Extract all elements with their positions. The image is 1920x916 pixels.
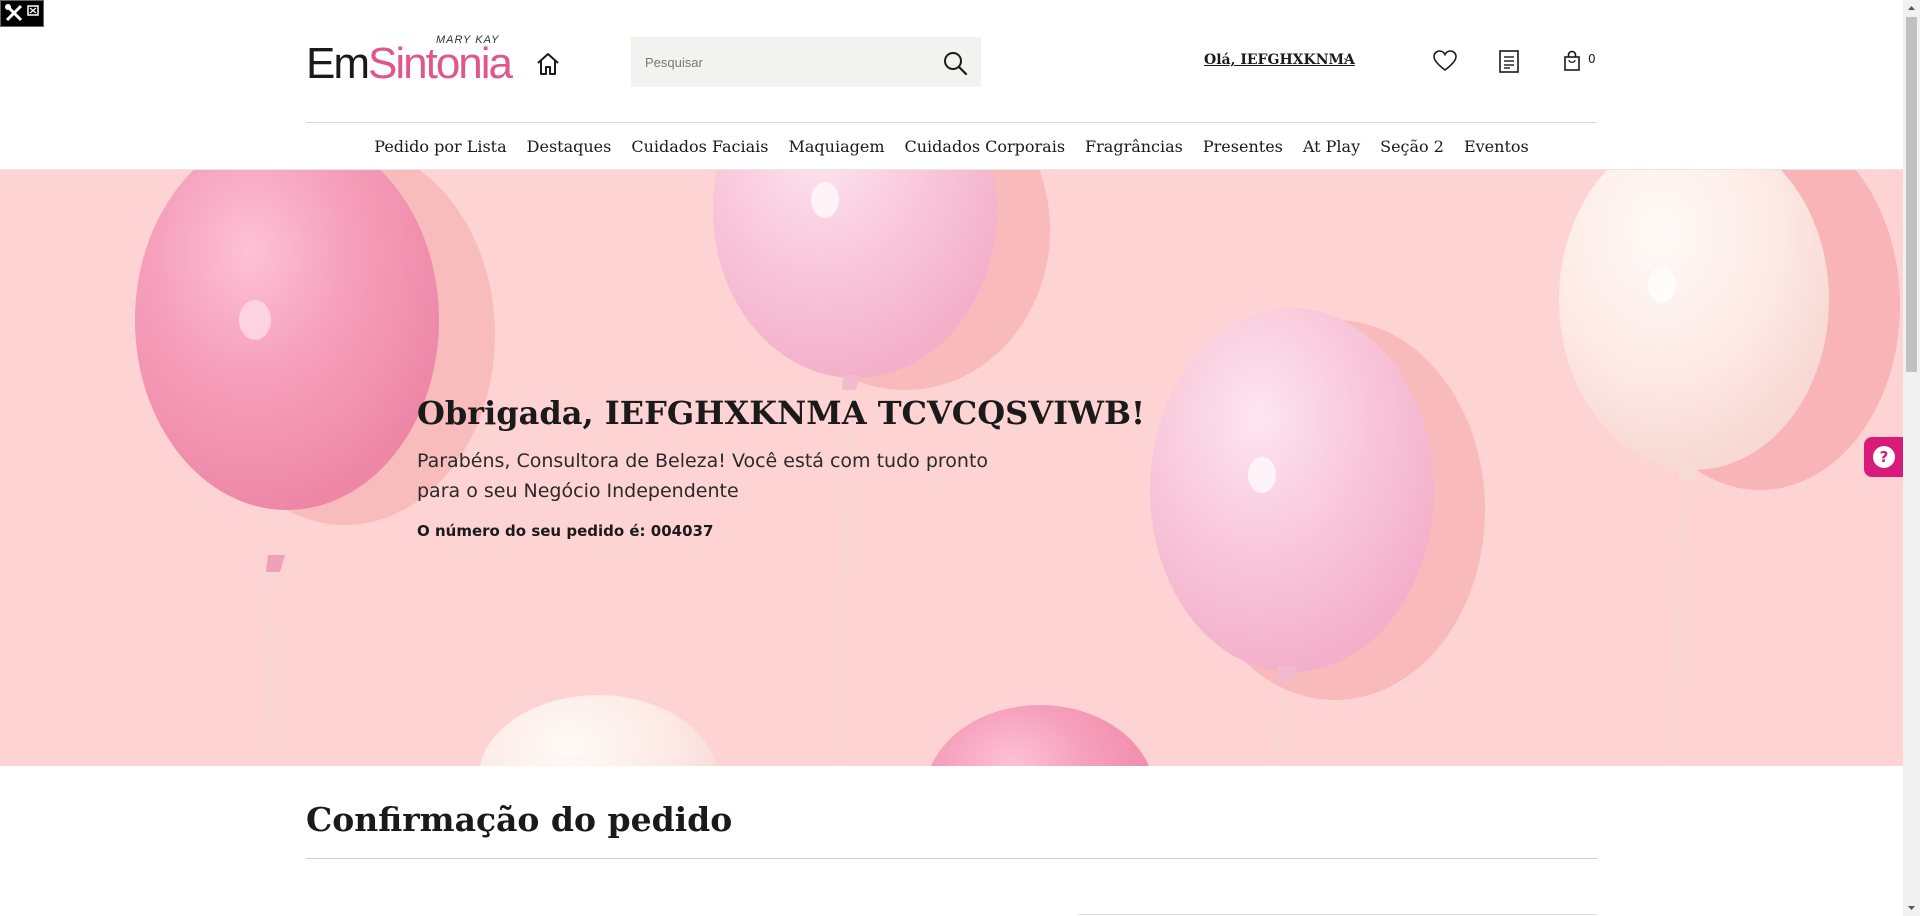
tools-icon [5,4,39,22]
scroll-down-arrow[interactable] [1903,899,1920,916]
section-divider [306,858,1597,859]
logo-text: EmSintonia [306,39,513,88]
logo-sintonia: Sintonia [368,39,513,88]
congrats-subtitle: Parabéns, Consultora de Beleza! Você est… [417,450,989,502]
nav-item-secao-2[interactable]: Seção 2 [1380,137,1444,156]
vertical-scrollbar[interactable] [1903,0,1920,916]
hero-message: Obrigada, IEFGHXKNMA TCVCQSVIWB! Parabén… [417,392,1146,540]
nav-item-maquiagem[interactable]: Maquiagem [788,137,884,156]
emsintonia-logo[interactable]: MARY KAY EmSintonia [306,34,526,88]
logo-em: Em [306,39,370,88]
search-icon[interactable] [941,49,969,77]
shopping-bag-icon[interactable] [1563,50,1581,72]
search-input[interactable] [631,37,931,87]
main-navigation: Pedido por Lista Destaques Cuidados Faciai… [306,123,1597,169]
hero-banner: Obrigada, IEFGHXKNMA TCVCQSVIWB! Parabén… [0,170,1903,766]
nav-item-cuidados-faciais[interactable]: Cuidados Faciais [631,137,768,156]
nav-item-presentes[interactable]: Presentes [1203,137,1283,156]
help-button[interactable]: ? [1864,437,1903,477]
heart-icon[interactable] [1432,49,1458,73]
scroll-up-arrow[interactable] [1903,0,1920,17]
search-bar [631,37,981,87]
nav-item-fragrancias[interactable]: Fragrâncias [1085,137,1183,156]
nav-item-pedido-por-lista[interactable]: Pedido por Lista [374,137,506,156]
bag-count-badge: 0 [1588,52,1596,66]
chevron-right-icon: › [1343,53,1349,69]
nav-item-eventos[interactable]: Eventos [1464,137,1529,156]
order-number: O número do seu pedido é: 004037 [417,522,714,540]
nav-item-cuidados-corporais[interactable]: Cuidados Corporais [905,137,1066,156]
order-confirmation-heading: Confirmação do pedido [306,800,733,839]
summary-divider [1078,914,1597,915]
devtools-toggle[interactable] [0,0,44,27]
nav-item-at-play[interactable]: At Play [1303,137,1360,156]
scrollbar-thumb[interactable] [1906,17,1917,372]
thank-you-title: Obrigada, IEFGHXKNMA TCVCQSVIWB! [417,394,1146,432]
question-icon: ? [1873,446,1895,468]
site-header: MARY KAY EmSintonia Olá, IEFGHXKNMA › 0 … [0,0,1903,170]
account-greeting-link[interactable]: Olá, IEFGHXKNMA [1204,52,1355,68]
order-list-icon[interactable] [1498,49,1520,74]
page: MARY KAY EmSintonia Olá, IEFGHXKNMA › 0 … [0,0,1903,916]
home-icon[interactable] [534,50,562,78]
nav-item-destaques[interactable]: Destaques [527,137,612,156]
